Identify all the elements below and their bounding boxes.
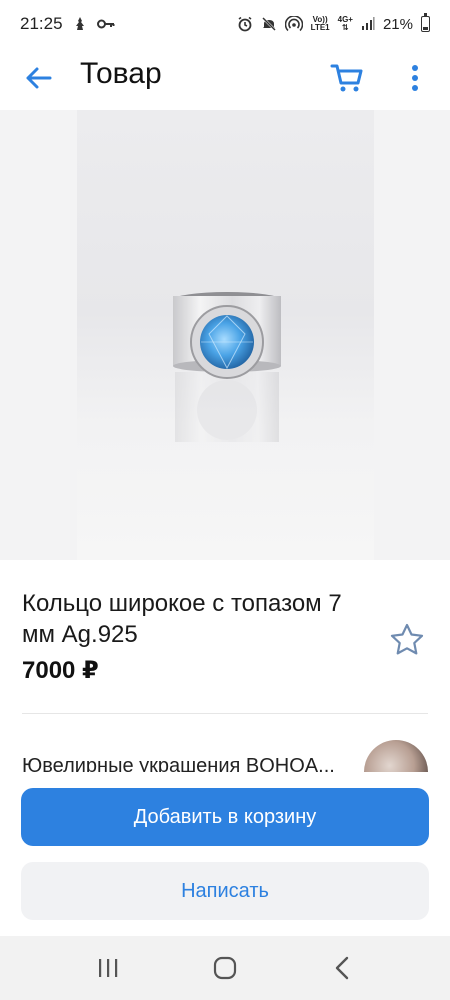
back-button[interactable] bbox=[20, 60, 56, 96]
home-icon bbox=[213, 956, 237, 980]
more-vert-icon bbox=[412, 65, 418, 91]
system-back-button[interactable] bbox=[318, 944, 366, 992]
divider bbox=[22, 713, 428, 714]
cart-icon bbox=[330, 64, 363, 92]
key-icon bbox=[96, 18, 115, 30]
signal-icon bbox=[361, 17, 375, 31]
more-menu-button[interactable] bbox=[400, 58, 430, 98]
back-arrow-icon bbox=[26, 67, 52, 89]
favorite-button[interactable] bbox=[388, 620, 426, 658]
data-arrows-icon: ⇅ bbox=[341, 23, 349, 32]
star-outline-icon bbox=[390, 623, 424, 655]
volte-indicator: Vo)) LTE1 bbox=[311, 16, 330, 32]
product-price: 7000 ₽ bbox=[22, 657, 99, 684]
status-bar: 21:25 Vo)) LTE1 4G+ ⇅ 21% bbox=[0, 0, 450, 48]
battery-percent: 21% bbox=[382, 15, 413, 33]
battery-fill bbox=[423, 27, 428, 30]
notification-icon bbox=[73, 16, 87, 32]
status-time: 21:25 bbox=[20, 14, 63, 33]
product-photo bbox=[77, 110, 374, 560]
alarm-icon bbox=[237, 16, 253, 32]
recent-apps-icon bbox=[99, 959, 118, 977]
recent-apps-button[interactable] bbox=[84, 944, 132, 992]
back-icon bbox=[335, 956, 348, 980]
bottom-action-panel: Добавить в корзину Написать bbox=[0, 772, 450, 936]
network-indicator: 4G+ ⇅ bbox=[338, 16, 353, 32]
write-message-button[interactable]: Написать bbox=[21, 862, 429, 920]
product-title: Кольцо широкое с топазом 7 мм Ag.925 bbox=[22, 590, 342, 648]
app-bar: Товар bbox=[0, 48, 450, 108]
cart-button[interactable] bbox=[327, 58, 367, 98]
battery-icon bbox=[421, 13, 430, 32]
mute-icon bbox=[261, 16, 277, 32]
status-right: Vo)) LTE1 4G+ ⇅ 21% bbox=[237, 13, 430, 33]
hotspot-icon bbox=[284, 16, 303, 32]
home-button[interactable] bbox=[201, 944, 249, 992]
ring-illustration bbox=[173, 292, 281, 442]
lte-label: LTE1 bbox=[310, 23, 330, 32]
system-nav-bar bbox=[0, 936, 450, 1000]
status-left: 21:25 bbox=[20, 14, 115, 34]
page-title: Товар bbox=[80, 57, 162, 90]
product-image[interactable] bbox=[0, 110, 450, 560]
add-to-cart-button[interactable]: Добавить в корзину bbox=[21, 788, 429, 846]
